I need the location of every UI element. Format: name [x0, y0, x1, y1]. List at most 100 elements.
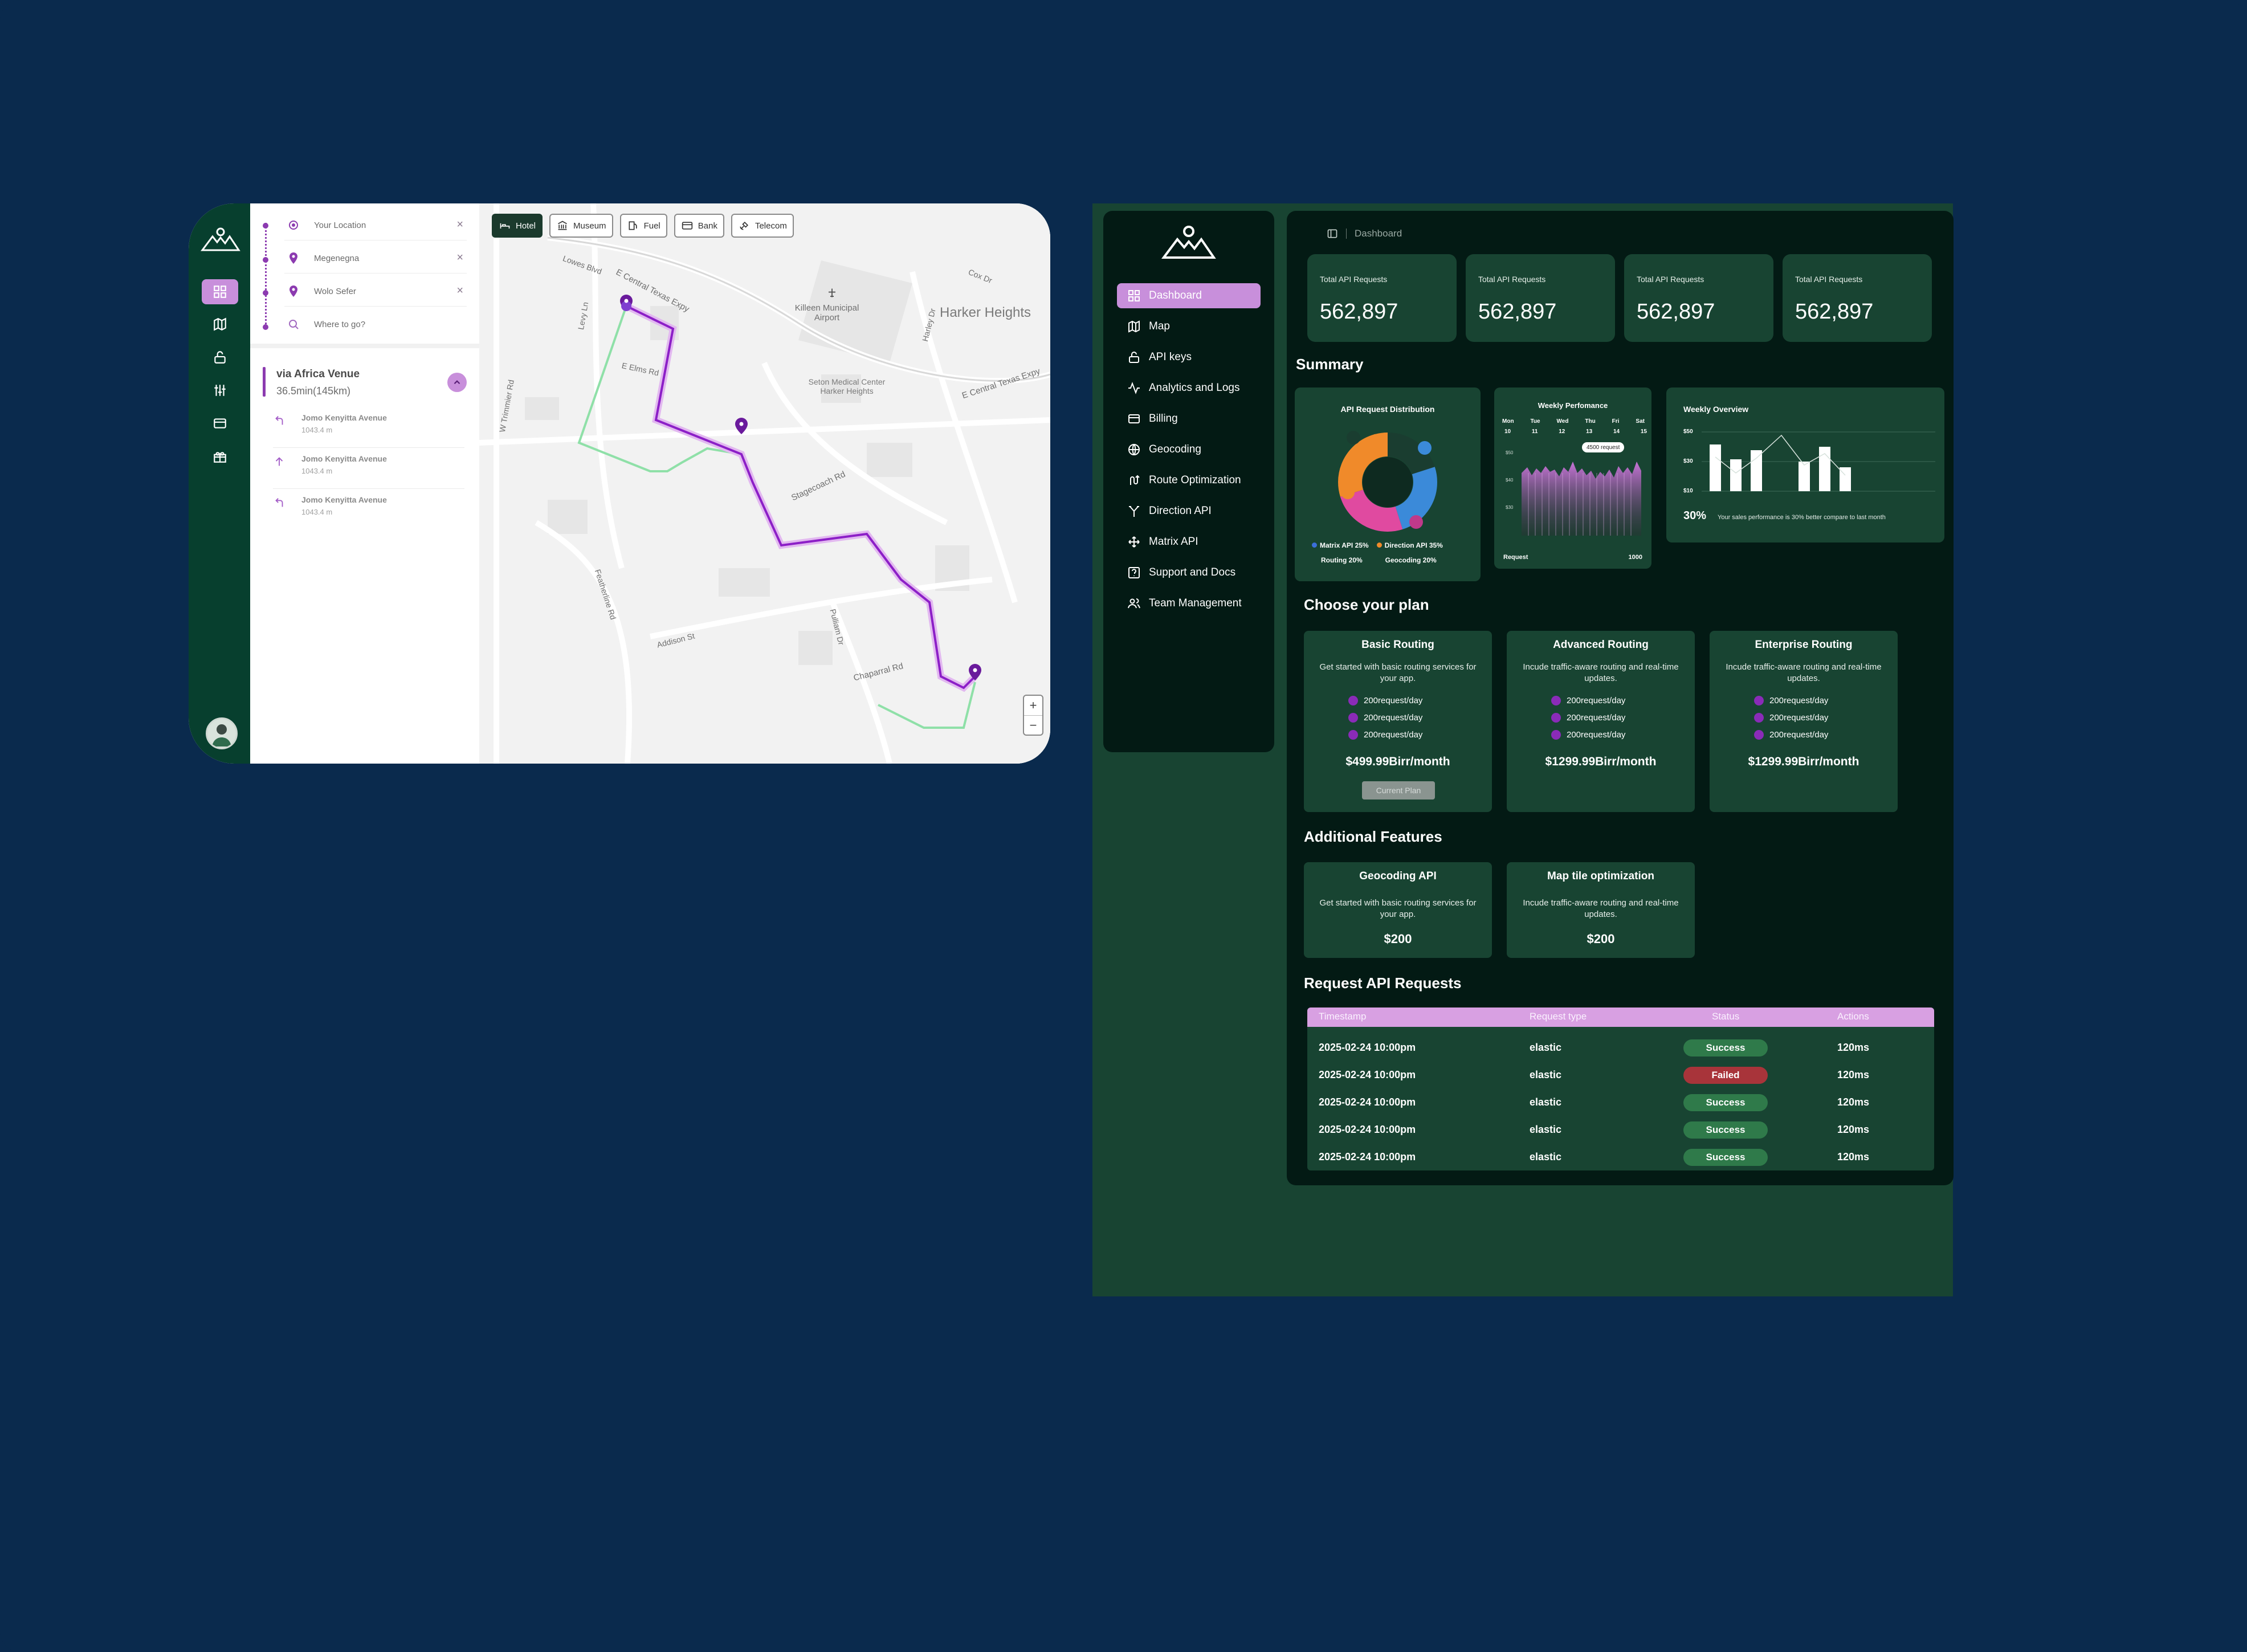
feature-card-map-tiles[interactable]: Map tile optimization Incude traffic-awa…: [1507, 862, 1695, 958]
remove-stop-icon[interactable]: ×: [456, 218, 463, 231]
route-option[interactable]: via Africa Venue 36.5min(145km): [263, 366, 474, 400]
card-title: API Request Distribution: [1340, 405, 1435, 414]
feature-card-geocoding[interactable]: Geocoding API Get started with basic rou…: [1304, 862, 1492, 958]
chip-telecom[interactable]: Telecom: [731, 214, 794, 238]
plan-card-basic[interactable]: Basic Routing Get started with basic rou…: [1304, 631, 1492, 812]
column-header: Actions: [1837, 1011, 1869, 1022]
rail-map-button[interactable]: [202, 312, 238, 337]
lock-icon: [214, 351, 226, 364]
grid-icon: [1128, 290, 1140, 301]
user-avatar[interactable]: [206, 717, 238, 749]
donut-legend: Matrix API 25% Direction API 35% Routing…: [1312, 541, 1483, 564]
breadcrumb-current: Dashboard: [1355, 228, 1402, 239]
sidebar-toggle-icon[interactable]: [1327, 228, 1338, 239]
sidebar-item-geocoding[interactable]: Geocoding: [1117, 437, 1261, 462]
sliders-icon: [214, 385, 226, 396]
lock-icon: [1129, 352, 1139, 363]
stat-label: Total API Requests: [1478, 275, 1546, 284]
weekly-overview-card: Weekly Overview $50 $30 $10 30% Your sal…: [1666, 387, 1944, 542]
direction-step[interactable]: Jomo Kenyitta Avenue 1043.4 m: [273, 451, 464, 489]
map-canvas[interactable]: Killeen Municipal Airport Harker Heights…: [479, 203, 1050, 764]
rail-billing-button[interactable]: [202, 411, 238, 436]
y-tick: $10: [1683, 488, 1693, 494]
table-row[interactable]: 2025-02-24 10:00pm elastic Success 120ms: [1307, 1088, 1934, 1116]
section-title-plans: Choose your plan: [1304, 596, 1429, 613]
rail-settings-button[interactable]: [202, 378, 238, 403]
plan-price: $1299.99Birr/month: [1748, 755, 1859, 768]
map-label-city: Harker Heights: [940, 305, 1031, 320]
chip-label: Fuel: [643, 221, 660, 231]
bullet-icon: [1551, 713, 1561, 723]
sidebar-item-label: Billing: [1149, 413, 1178, 425]
cell-action: 120ms: [1837, 1151, 1870, 1162]
stat-value: 562,897: [1637, 300, 1715, 324]
stop-field-origin[interactable]: Your Location ×: [284, 210, 467, 240]
dashboard-main: Dashboard Total API Requests 562,897 Tot…: [1287, 211, 1954, 1185]
connector-dot: [263, 290, 268, 296]
chip-museum[interactable]: Museum: [549, 214, 613, 238]
table-row[interactable]: 2025-02-24 10:00pm elastic Failed 120ms: [1307, 1061, 1934, 1088]
sidebar-item-support-and-docs[interactable]: Support and Docs: [1117, 560, 1261, 585]
chip-hotel[interactable]: Hotel: [492, 214, 543, 238]
rail-lock-button[interactable]: [202, 345, 238, 370]
stop-field[interactable]: Megenegna ×: [284, 243, 467, 274]
gift-icon: [214, 452, 226, 463]
table-row[interactable]: 2025-02-24 10:00pm elastic Success 120ms: [1307, 1116, 1934, 1143]
zoom-out-button[interactable]: −: [1024, 716, 1042, 735]
plan-title: Advanced Routing: [1553, 639, 1649, 651]
date-row: 10 11 12 13 14 15: [1504, 429, 1647, 435]
direction-badge-icon: [1341, 486, 1355, 499]
sidebar-item-label: Dashboard: [1149, 289, 1202, 301]
stop-field[interactable]: Wolo Sefer ×: [284, 276, 467, 307]
plan-card-enterprise[interactable]: Enterprise Routing Incude traffic-aware …: [1710, 631, 1898, 812]
cell-timestamp: 2025-02-24 10:00pm: [1319, 1096, 1416, 1108]
stat-value: 562,897: [1320, 300, 1398, 324]
direction-step[interactable]: Jomo Kenyitta Avenue 1043.4 m: [273, 410, 464, 448]
direction-step[interactable]: Jomo Kenyitta Avenue 1043.4 m: [273, 492, 464, 529]
cell-timestamp: 2025-02-24 10:00pm: [1319, 1151, 1416, 1162]
chip-label: Bank: [698, 221, 717, 231]
cell-request-type: elastic: [1530, 1069, 1562, 1080]
plan-feature: 200request/day: [1551, 730, 1625, 740]
table-row[interactable]: 2025-02-24 10:00pm elastic Success 120ms: [1307, 1143, 1934, 1170]
stat-label: Total API Requests: [1795, 275, 1863, 284]
sidebar-item-map[interactable]: Map: [1117, 314, 1261, 339]
sidebar-item-team-management[interactable]: Team Management: [1117, 591, 1261, 616]
billing-icon: [1128, 414, 1140, 423]
chip-fuel[interactable]: Fuel: [619, 214, 667, 238]
rail-dashboard-button[interactable]: [202, 279, 238, 304]
sidebar-item-analytics-and-logs[interactable]: Analytics and Logs: [1117, 376, 1261, 401]
sidebar-item-dashboard[interactable]: Dashboard: [1117, 283, 1261, 308]
date-label: 12: [1559, 429, 1565, 435]
matrix-icon: [1128, 536, 1140, 548]
y-tick: $30: [1506, 505, 1514, 510]
chip-label: Telecom: [755, 221, 787, 231]
table-row[interactable]: 2025-02-24 10:00pm elastic Success 120ms: [1307, 1034, 1934, 1061]
current-plan-button[interactable]: Current Plan: [1362, 781, 1435, 800]
date-label: 15: [1640, 429, 1647, 435]
sidebar-item-api-keys[interactable]: API keys: [1117, 345, 1261, 370]
legend-item: Matrix API 25%: [1312, 541, 1369, 549]
map-icon: [1128, 320, 1140, 333]
cell-action: 120ms: [1837, 1069, 1870, 1080]
straight-arrow-icon: [275, 457, 283, 466]
collapse-button[interactable]: [447, 373, 467, 392]
sidebar-item-matrix-api[interactable]: Matrix API: [1117, 529, 1261, 554]
billing-icon: [214, 418, 226, 429]
bullet-icon: [1754, 713, 1764, 723]
legend-item: Routing 20%: [1321, 556, 1363, 564]
sidebar-item-billing[interactable]: Billing: [1117, 406, 1261, 431]
remove-stop-icon[interactable]: ×: [456, 284, 463, 297]
remove-stop-icon[interactable]: ×: [456, 251, 463, 264]
sidebar-item-route-optimization[interactable]: Route Optimization: [1117, 468, 1261, 493]
sidebar-item-direction-api[interactable]: Direction API: [1117, 499, 1261, 524]
day-label: Sat: [1636, 418, 1645, 425]
destination-search-input[interactable]: Where to go?: [284, 309, 467, 339]
bullet-icon: [1754, 696, 1764, 705]
date-label: 14: [1613, 429, 1620, 435]
y-tick: $50: [1683, 429, 1693, 435]
zoom-in-button[interactable]: +: [1024, 696, 1042, 716]
chip-bank[interactable]: Bank: [674, 214, 724, 238]
rail-gift-button[interactable]: [202, 444, 238, 469]
plan-card-advanced[interactable]: Advanced Routing Incude traffic-aware ro…: [1507, 631, 1695, 812]
